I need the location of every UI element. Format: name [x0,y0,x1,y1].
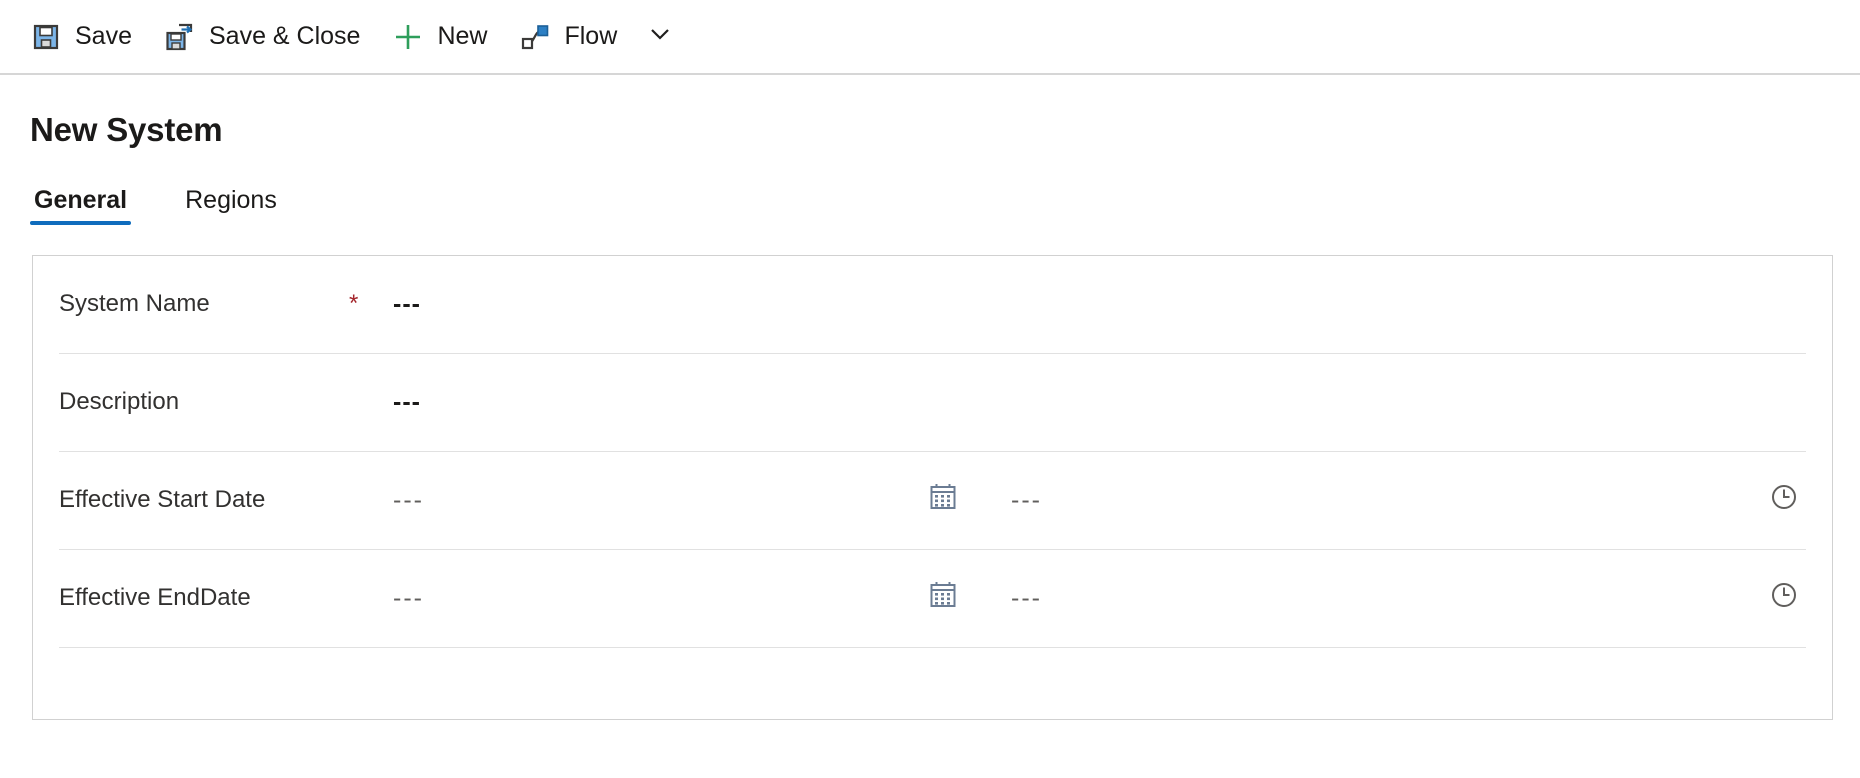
field-label-description: Description [59,388,180,415]
field-row-system-name: System Name * --- [59,256,1806,354]
tab-regions-label: Regions [185,186,277,214]
field-input-effective-end-date[interactable]: --- [393,550,923,611]
tab-strip: General Regions [30,179,1860,225]
field-input-effective-start-time[interactable]: --- [1011,452,1571,513]
calendar-icon [928,482,958,517]
field-input-effective-start-date[interactable]: --- [393,452,923,513]
field-input-description[interactable]: --- [393,354,421,415]
command-bar-overflow-button[interactable] [637,10,683,64]
field-label-effective-end-date: Effective EndDate [59,584,251,611]
required-indicator-effective-start-date [349,452,393,488]
save-button[interactable]: Save [14,10,148,64]
form-card: System Name * --- Description --- Effect… [32,255,1833,720]
page-title: New System [30,111,223,148]
command-bar: Save Save & Close New Flow [0,0,1860,75]
flow-icon [519,21,551,53]
field-row-effective-start-date: Effective Start Date --- --- [59,452,1806,550]
required-indicator-description [349,354,393,390]
field-label-effective-start-date: Effective Start Date [59,486,266,513]
time-picker-button-end[interactable] [1766,550,1806,615]
save-button-label: Save [75,22,132,50]
field-label-system-name: System Name [59,290,210,317]
field-input-system-name[interactable]: --- [393,256,421,317]
calendar-icon [928,580,958,615]
tab-regions[interactable]: Regions [181,188,281,225]
tab-general[interactable]: General [30,186,132,225]
tab-general-label: General [34,186,128,214]
new-button-label: New [437,22,488,50]
field-row-description: Description --- [59,354,1806,452]
save-and-close-button-label: Save & Close [208,22,361,50]
save-and-close-icon [164,21,196,53]
field-row-effective-end-date: Effective EndDate --- --- [59,550,1806,648]
new-button[interactable]: New [376,10,503,64]
clock-icon [1769,580,1799,615]
required-indicator-effective-end-date [349,550,393,586]
calendar-picker-button-end[interactable] [923,550,963,615]
required-indicator-system-name: * [349,290,359,317]
field-input-effective-end-time[interactable]: --- [1011,550,1571,611]
save-and-close-button[interactable]: Save & Close [148,10,376,64]
calendar-picker-button-start[interactable] [923,452,963,517]
flow-button[interactable]: Flow [503,10,633,64]
flow-button-label: Flow [564,22,618,50]
chevron-down-icon [647,21,673,52]
plus-icon [392,21,424,53]
time-picker-button-start[interactable] [1766,452,1806,517]
save-floppy-icon [30,21,62,53]
clock-icon [1769,482,1799,517]
